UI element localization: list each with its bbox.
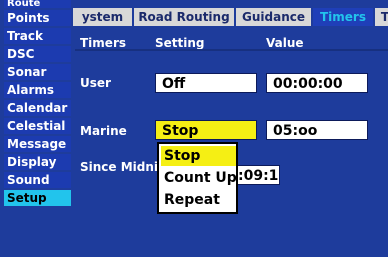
- since-midnight-value-field[interactable]: :09:10: [236, 165, 280, 185]
- setting-dropdown: Stop Count Up Repeat: [157, 142, 238, 214]
- sidebar-menu: Route Points Track DSC Sonar Alarms Cale…: [0, 0, 73, 257]
- column-header-timers: Timers: [80, 36, 127, 50]
- marine-setting-field[interactable]: Stop: [155, 120, 257, 140]
- tab-system[interactable]: ystem: [73, 8, 132, 26]
- sidebar-item-setup[interactable]: Setup: [4, 190, 71, 206]
- sidebar-item-sonar[interactable]: Sonar: [4, 64, 71, 80]
- user-value-field[interactable]: 00:00:00: [266, 73, 368, 93]
- tab-bar: ystem Road Routing Guidance Timers T: [73, 8, 388, 26]
- row-label-user: User: [80, 76, 111, 90]
- row-label-marine: Marine: [80, 124, 127, 138]
- marine-value-field[interactable]: 05:oo: [266, 120, 368, 140]
- dropdown-option-count-up[interactable]: Count Up: [161, 168, 237, 188]
- sidebar-item-sound[interactable]: Sound: [4, 172, 71, 188]
- sidebar-item-points[interactable]: Points: [4, 10, 71, 26]
- tab-next[interactable]: T: [375, 8, 388, 26]
- sidebar-item-track[interactable]: Track: [4, 28, 71, 44]
- tab-guidance[interactable]: Guidance: [236, 8, 311, 26]
- dropdown-option-repeat[interactable]: Repeat: [161, 190, 236, 210]
- tab-timers[interactable]: Timers: [313, 8, 373, 26]
- column-header-setting: Setting: [155, 36, 205, 50]
- sidebar-item-route[interactable]: Route: [4, 0, 71, 8]
- dropdown-option-stop[interactable]: Stop: [161, 146, 236, 166]
- sidebar-item-calendar[interactable]: Calendar: [4, 100, 71, 116]
- sidebar-item-display[interactable]: Display: [4, 154, 71, 170]
- sidebar-item-celestial[interactable]: Celestial: [4, 118, 71, 134]
- sidebar-item-message[interactable]: Message: [4, 136, 71, 152]
- sidebar-item-dsc[interactable]: DSC: [4, 46, 71, 62]
- user-setting-field[interactable]: Off: [155, 73, 257, 93]
- column-header-value: Value: [266, 36, 304, 50]
- tab-road-routing[interactable]: Road Routing: [134, 8, 234, 26]
- sidebar-item-alarms[interactable]: Alarms: [4, 82, 71, 98]
- header-divider: [75, 49, 388, 51]
- row-label-since-midnight: Since Midnig: [80, 160, 158, 174]
